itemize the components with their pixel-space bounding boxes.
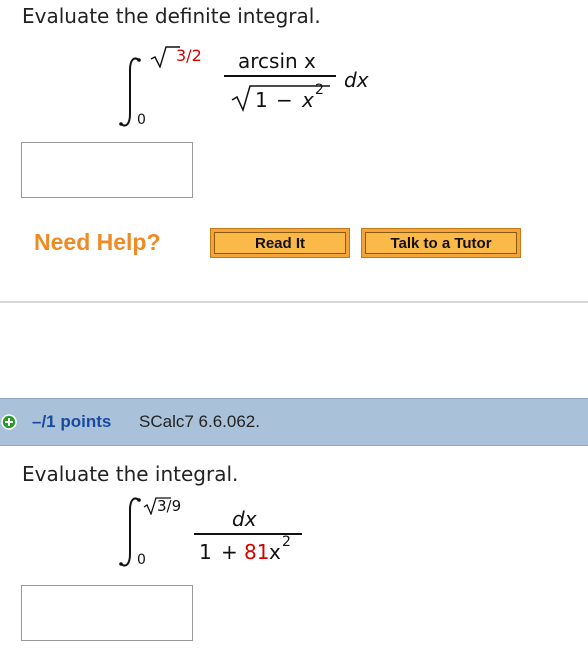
read-it-label: Read It [214, 232, 346, 254]
denominator-coefficient: 81 [244, 540, 270, 564]
numerator: dx [232, 507, 257, 531]
lower-limit: 0 [137, 552, 146, 568]
denominator-one: 1 [255, 88, 268, 112]
question-1-integral: 3/2 0 arcsin x 1 − x 2 dx [0, 0, 588, 135]
denominator-exponent: 2 [315, 82, 324, 98]
talk-to-tutor-label: Talk to a Tutor [365, 232, 517, 254]
question-2-integral: 3/9 0 dx 1 + 81 x 2 [0, 480, 588, 580]
differential: dx [344, 68, 369, 92]
upper-limit: 3/9 [157, 497, 182, 515]
read-it-button[interactable]: Read It [210, 228, 350, 258]
need-help-label: Need Help? [34, 229, 161, 255]
denominator-one: 1 [199, 540, 212, 564]
talk-to-tutor-button[interactable]: Talk to a Tutor [361, 228, 521, 258]
plus-circle-icon[interactable] [1, 414, 17, 430]
answer-input[interactable] [21, 142, 193, 198]
denominator-exponent: 2 [282, 534, 291, 550]
lower-limit: 0 [137, 112, 146, 128]
upper-limit: 3/2 [176, 46, 202, 65]
denominator-x: x [302, 88, 314, 112]
denominator-minus: − [276, 88, 293, 112]
question-2-header: –/1 points SCalc7 6.6.062. [0, 398, 588, 446]
section-divider [0, 301, 588, 303]
fraction-bar [224, 75, 336, 77]
denominator-plus: + [221, 540, 238, 564]
source-label: SCalc7 6.6.062. [139, 412, 260, 431]
answer-input[interactable] [21, 585, 193, 641]
points-label: –/1 points [32, 412, 112, 431]
denominator-x: x [269, 540, 281, 564]
numerator: arcsin x [238, 49, 316, 73]
